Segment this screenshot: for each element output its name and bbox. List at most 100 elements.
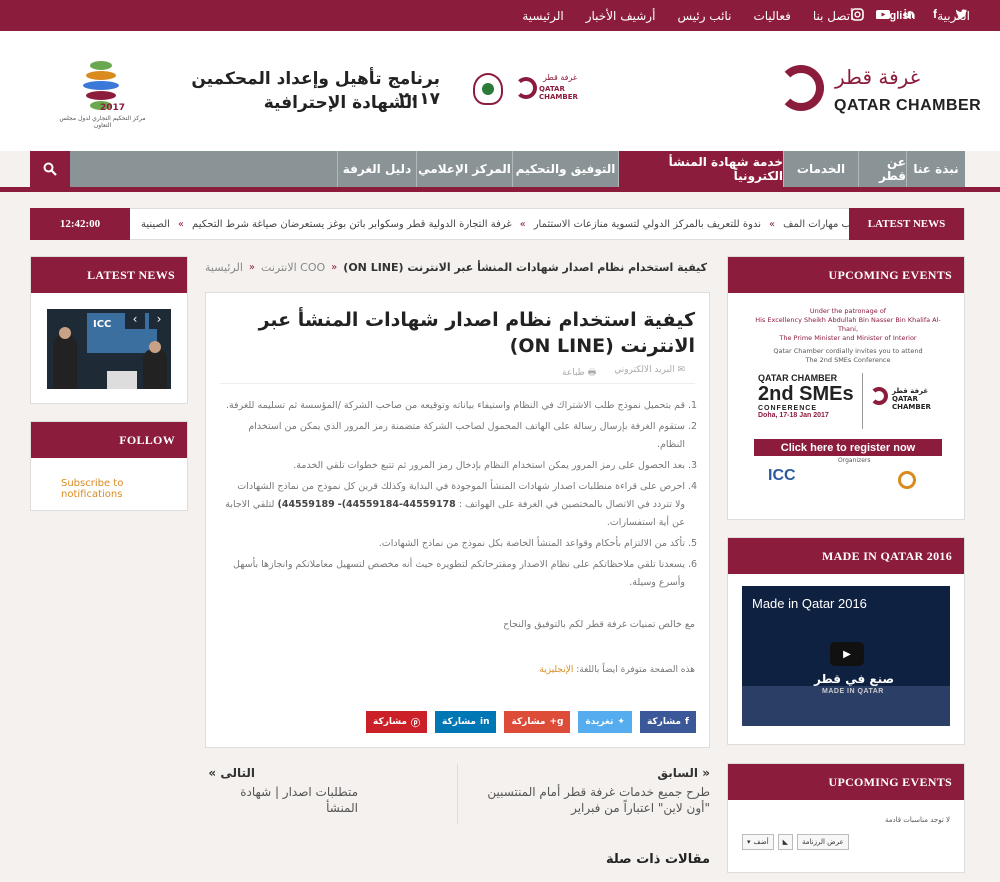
ticker-item[interactable]: اكتساب مهارات المف xyxy=(783,219,851,230)
breadcrumb-home[interactable]: الرئيسية xyxy=(205,261,243,274)
breadcrumb-section[interactable]: COO الانترنت xyxy=(261,261,325,274)
view-calendar-button[interactable]: عرض الرزنامة xyxy=(797,834,849,850)
twitter-icon[interactable] xyxy=(954,6,968,22)
breadcrumb-separator-icon: « xyxy=(248,261,256,273)
ticker-item[interactable]: الصينية xyxy=(141,219,170,230)
event-conference-logo: QATAR CHAMBER 2nd SMEs CONFERENCE Doha, … xyxy=(758,373,854,419)
logo-arabic[interactable]: غرفة قطر xyxy=(835,65,920,89)
main-nav: نبذة عنا عن قطر الخدمات خدمة شهادة المنش… xyxy=(30,151,965,187)
share-pinterest-button[interactable]: ⓟ مشاركة xyxy=(366,711,427,733)
nav-about[interactable]: نبذة عنا xyxy=(906,151,965,187)
linkedin-icon[interactable]: in xyxy=(902,6,916,22)
logo-english[interactable]: QATAR CHAMBER xyxy=(834,97,981,115)
share-buttons: f مشاركة ✦ تغريدة g+ مشاركة in مشاركة ⓟ مشارك… xyxy=(366,711,696,733)
latest-news-box: LATEST NEWS ICC ‹ › xyxy=(30,256,188,404)
article-closing: مع خالص تمنيات غرفة قطر لكم بالتوفيق وال… xyxy=(503,619,695,630)
prev-label: « السابق xyxy=(657,766,710,780)
news-ticker: 12:42:00 الصينية » غرفة التجارة الدولية … xyxy=(30,208,965,240)
nav-divider xyxy=(0,187,1000,192)
icc-logo: ICC xyxy=(768,467,796,484)
video-title: Made in Qatar 2016 xyxy=(752,596,867,611)
event-patron: Under the patronage of xyxy=(809,307,887,315)
print-link[interactable]: 🖶 طباعة xyxy=(562,365,596,381)
nav-services[interactable]: الخدمات xyxy=(783,151,858,187)
mini-logo-english: QATAR CHAMBER xyxy=(539,85,578,101)
subscribe-link[interactable]: Subscribe to notifications xyxy=(61,478,187,500)
event-conf: The 2nd SMEs Conference xyxy=(805,356,891,364)
video-logo-english: MADE IN QATAR xyxy=(822,688,884,695)
top-link-news-archive[interactable]: أرشيف الأخبار xyxy=(586,9,656,23)
step-item: قم بتحميل نموذج طلب الاشتراك في النظام و… xyxy=(225,397,685,415)
youtube-icon[interactable] xyxy=(876,6,890,22)
facebook-icon: f xyxy=(684,717,689,727)
language-note-text: هذه الصفحة متوفرة ايضاً باللغة: xyxy=(576,665,695,675)
next-arrow-icon: » xyxy=(208,766,221,780)
top-link-contact[interactable]: أتصل بنا xyxy=(813,9,854,23)
event-chamber-mark xyxy=(870,387,888,405)
mini-logo-arabic: غرفة قطر xyxy=(543,73,578,82)
instagram-icon[interactable] xyxy=(850,6,864,22)
top-link-home[interactable]: الرئيسية xyxy=(522,9,563,23)
ticker-item[interactable]: ندوة للتعريف بالمركز الدولي لتسوية منازع… xyxy=(534,219,761,230)
print-icon: 🖶 xyxy=(584,368,597,378)
facebook-icon[interactable]: f xyxy=(928,6,942,22)
article-title: كيفية استخدام نظام اصدار شهادات المنشأ ع… xyxy=(258,309,695,357)
slider-prev-button[interactable]: ‹ xyxy=(125,309,145,329)
made-in-qatar-box: MADE IN QATAR 2016 Made in Qatar 2016 ▶ … xyxy=(727,537,965,745)
nav-about-qatar[interactable]: عن قطر xyxy=(858,151,906,187)
language-link-english[interactable]: الإنجليزية xyxy=(539,665,573,675)
article-divider xyxy=(220,383,695,384)
share-linkedin-button[interactable]: in مشاركة xyxy=(435,711,497,733)
step-item: بعد الحصول على رمز المرور يمكن استخدام ا… xyxy=(225,457,685,475)
state-emblem-icon xyxy=(473,73,503,105)
event-invite: Qatar Chamber cordially invites you to a… xyxy=(773,347,923,355)
top-bar: الرئيسية أرشيف الأخبار نائب رئيس فعاليات… xyxy=(0,0,1000,31)
google-plus-icon: g+ xyxy=(549,717,564,727)
organizer-logo-icon xyxy=(898,471,916,489)
email-link[interactable]: ✉ البريد الالكتروني xyxy=(614,365,685,381)
step-item: يسعدنا تلقي ملاحظاتكم على نظام الاصدار و… xyxy=(225,556,685,592)
prev-next-nav: « السابق طرح جميع خدمات غرفة قطر أمام ال… xyxy=(205,760,710,830)
prev-article-link[interactable]: طرح جميع خدمات غرفة قطر أمام المنتسبين "… xyxy=(480,784,710,816)
organizers-label: Organizers xyxy=(838,457,871,464)
event-chamber-text: غرفة قطر QATAR CHAMBER xyxy=(892,387,931,411)
rss-icon: ◣ xyxy=(782,838,789,846)
video-logo-arabic: صنع في قطر xyxy=(814,672,895,686)
ticker-arrow-icon: » xyxy=(177,218,185,230)
program-subtitle: الشهادة الإحترافية xyxy=(263,93,418,113)
email-icon: ✉ xyxy=(674,365,685,375)
mini-logo-mark xyxy=(515,77,537,99)
step-item: تأكد من الالتزام بأحكام وقواعد المنشأ ال… xyxy=(225,535,685,553)
share-google-plus-button[interactable]: g+ مشاركة xyxy=(504,711,571,733)
event-pm: The Prime Minister and Minister of Inter… xyxy=(779,334,917,342)
event-sheikh: His Excellency Sheikh Abdullah Bin Nasse… xyxy=(755,316,941,333)
upcoming-events-title-2: UPCOMING EVENTS xyxy=(728,764,964,800)
ticker-clock: 12:42:00 xyxy=(30,208,130,240)
ticker-item[interactable]: غرفة التجارة الدولية قطر وسكوابر باتن بو… xyxy=(192,219,512,230)
add-dropdown-button[interactable]: أضف ▾ xyxy=(742,834,774,850)
language-note: هذه الصفحة متوفرة ايضاً باللغة: الإنجليز… xyxy=(225,665,695,675)
video-player[interactable]: Made in Qatar 2016 ▶ صنع في قطر MADE IN … xyxy=(742,586,950,726)
event-banner[interactable]: Under the patronage of His Excellency Sh… xyxy=(748,307,948,497)
slider-next-button[interactable]: › xyxy=(149,309,169,329)
article-body: قم بتحميل نموذج طلب الاشتراك في النظام و… xyxy=(225,397,695,595)
nav-e-coo-service[interactable]: خدمة شهادة المنشأ الكترونياً xyxy=(618,151,783,187)
step-item: ستقوم الغرفة بإرسال رسالة على الهاتف الم… xyxy=(225,418,685,454)
rss-button[interactable]: ◣ xyxy=(777,834,794,850)
breadcrumb-current: كيفية استخدام نظام اصدار شهادات المنشأ ع… xyxy=(343,260,708,274)
site-header: غرفة قطر QATAR CHAMBER غرفة قطر QATAR CH… xyxy=(0,31,1000,151)
top-link-events[interactable]: فعاليات xyxy=(753,9,790,23)
prev-next-divider xyxy=(457,764,458,824)
play-icon[interactable]: ▶ xyxy=(830,642,864,666)
phone-numbers: 44559178-44559184)- xyxy=(337,499,456,510)
nav-arbitration[interactable]: التوفيق والتحكيم xyxy=(512,151,618,187)
search-button[interactable] xyxy=(30,151,70,187)
share-twitter-button[interactable]: ✦ تغريدة xyxy=(578,711,632,733)
next-article-link[interactable]: متطلبات اصدار | شهادة المنشأ xyxy=(208,784,358,816)
register-button[interactable]: Click here to register now xyxy=(754,439,942,456)
top-link-vice-president[interactable]: نائب رئيس xyxy=(677,9,731,23)
search-icon xyxy=(43,162,57,176)
nav-media-center[interactable]: المركز الإعلامي xyxy=(416,151,512,187)
share-facebook-button[interactable]: f مشاركة xyxy=(639,711,696,733)
nav-chamber-directory[interactable]: دليل الغرفة xyxy=(337,151,416,187)
